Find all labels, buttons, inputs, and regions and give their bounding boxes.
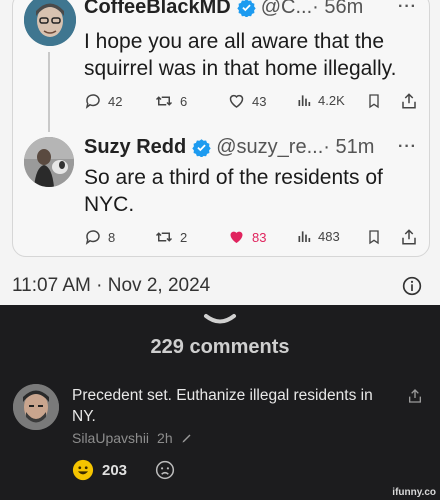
reply-button[interactable]: 8 (84, 228, 115, 246)
bookmark-icon (369, 230, 379, 245)
user-handle[interactable]: @C... (261, 0, 312, 19)
user-handle[interactable]: @suzy_re... (216, 136, 323, 159)
retweet-icon (155, 96, 173, 106)
watermark-logo: ifunny.co (392, 487, 436, 498)
comment-text: Precedent set. Euthanize illegal residen… (72, 387, 373, 425)
comments-panel: 229 comments Precedent set. Euthanize il… (0, 305, 440, 500)
bookmark-icon (369, 94, 379, 109)
avatar[interactable] (24, 137, 74, 187)
smile-emoji-icon (72, 459, 94, 481)
share-icon[interactable] (407, 387, 423, 405)
views-button[interactable]: 4.2K (296, 92, 345, 108)
tweet-actions: 8 2 83 483 (84, 228, 420, 248)
comment-meta: SilaUpavshii 2h (72, 430, 193, 446)
comments-count: 229 comments (150, 336, 290, 358)
pencil-icon (182, 434, 191, 443)
like-button[interactable]: 83 (227, 228, 266, 246)
reply-count: 42 (108, 93, 123, 109)
retweet-count: 2 (180, 229, 188, 245)
tweet-text: I hope you are all aware that the squirr… (84, 30, 397, 80)
more-options-icon[interactable]: ··· (398, 0, 417, 16)
reply-icon (85, 230, 100, 245)
smile-reaction-button[interactable]: 203 (72, 459, 127, 481)
bookmark-button[interactable] (366, 92, 382, 110)
tweet-text: So are a third of the residents of NYC. (84, 166, 383, 216)
share-button[interactable] (400, 228, 418, 246)
retweet-count: 6 (180, 93, 188, 109)
reply-count: 8 (108, 229, 116, 245)
reply-button[interactable]: 42 (84, 92, 122, 110)
tweet-actions: 42 6 43 4.2K (84, 92, 420, 112)
tweet-time: · 56m (312, 0, 364, 18)
share-icon (402, 93, 416, 109)
tweet-header: CoffeeBlackMD @C... · 56m (84, 0, 363, 19)
avatar-photo-icon (13, 384, 59, 430)
heart-icon (229, 94, 244, 108)
tweet-screenshot: CoffeeBlackMD @C... · 56m ··· I hope you… (0, 0, 440, 305)
views-bar-chart-icon (298, 231, 311, 242)
display-name[interactable]: CoffeeBlackMD (84, 0, 231, 19)
info-icon[interactable] (402, 276, 422, 296)
post-timestamp: 11:07 AM · Nov 2, 2024 (12, 275, 211, 296)
views-count: 483 (318, 228, 340, 244)
share-icon (402, 229, 416, 245)
chevron-down-icon[interactable] (203, 313, 237, 327)
reply-icon (85, 94, 100, 109)
sad-reaction-icon[interactable] (155, 460, 175, 480)
like-count: 83 (252, 229, 267, 245)
retweet-icon (155, 232, 173, 242)
thread-connector-line (48, 52, 50, 132)
tweet-header: Suzy Redd @suzy_re... · 51m (84, 136, 374, 159)
views-bar-chart-icon (298, 95, 311, 106)
reaction-count: 203 (102, 461, 128, 479)
display-name[interactable]: Suzy Redd (84, 136, 186, 159)
verified-badge-icon (192, 139, 211, 157)
avatar[interactable] (13, 384, 59, 430)
verified-badge-icon (237, 0, 256, 17)
like-count: 43 (252, 93, 267, 109)
like-button[interactable]: 43 (227, 92, 266, 110)
views-button[interactable]: 483 (296, 228, 340, 244)
tweet-time: · 51m (323, 136, 375, 158)
avatar-photo-icon (24, 137, 74, 187)
comment-author[interactable]: SilaUpavshii (72, 430, 149, 446)
share-button[interactable] (400, 92, 418, 110)
bookmark-button[interactable] (366, 228, 382, 246)
heart-filled-icon (230, 231, 243, 243)
retweet-button[interactable]: 2 (154, 228, 187, 246)
retweet-button[interactable]: 6 (154, 92, 187, 110)
more-options-icon[interactable]: ··· (398, 138, 417, 156)
comment-age: 2h (157, 430, 173, 446)
views-count: 4.2K (318, 92, 345, 108)
